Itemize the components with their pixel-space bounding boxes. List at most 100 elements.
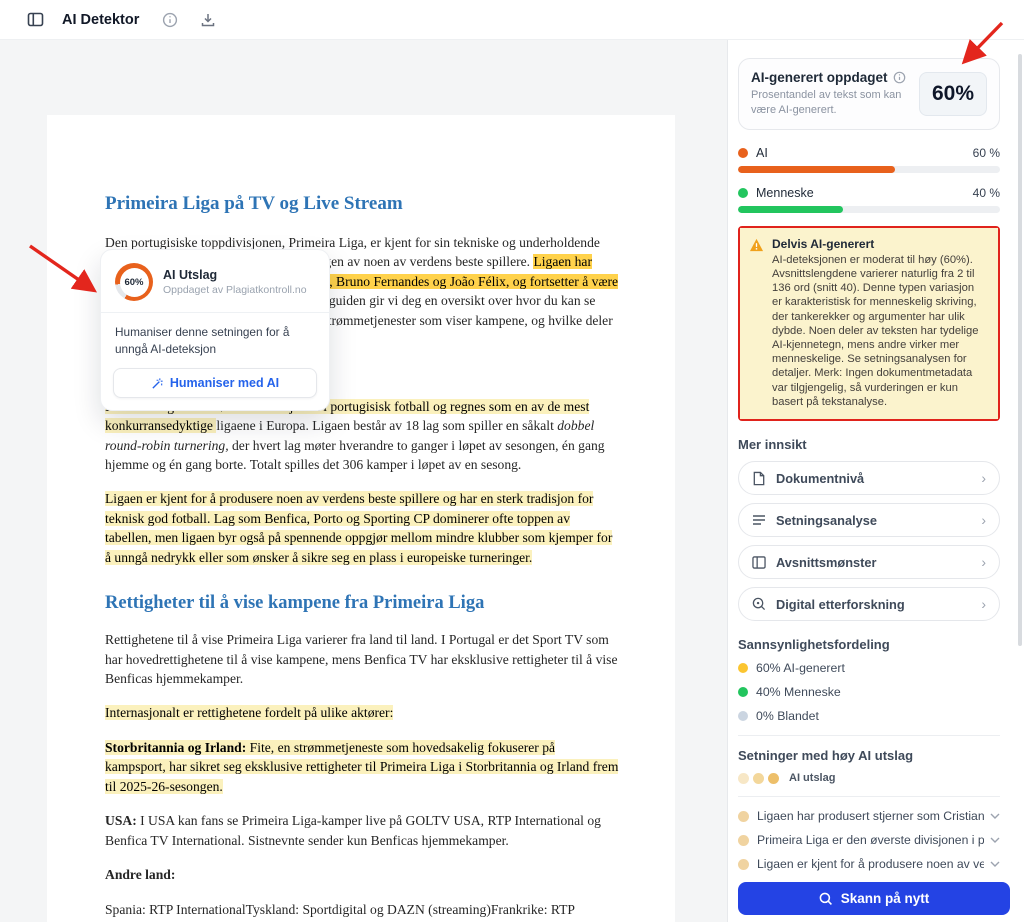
score-ring-value: 60%: [120, 268, 149, 297]
score-card-subtitle: Prosentandel av tekst som kan være AI-ge…: [751, 88, 909, 118]
human-bar-row: Menneske 40 %: [738, 186, 1000, 213]
human-bar-fill: [738, 206, 843, 213]
human-generated-dot: [738, 687, 748, 697]
more-insight-title: Mer innsikt: [738, 437, 1000, 452]
page-title: AI Detektor: [62, 12, 139, 28]
section-divider: [738, 735, 1000, 736]
sentence-text: Primeira Liga er den øverste divisjonen …: [757, 833, 984, 847]
doc-heading-2: Rettigheter til å vise kampene fra Prime…: [105, 593, 619, 614]
legend-label: AI utslag: [789, 772, 835, 784]
sidebar-scrollbar[interactable]: [1018, 54, 1022, 646]
chevron-right-icon: ›: [981, 471, 986, 485]
rescan-button-label: Skann på nytt: [841, 891, 930, 906]
chevron-right-icon: ›: [981, 597, 986, 611]
doc-paragraph-9: Spania: RTP InternationalTyskland: Sport…: [105, 900, 619, 922]
doc-paragraph-6: Storbritannia og Irland: Fite, en strømm…: [105, 738, 619, 796]
humanize-button-label: Humaniser med AI: [170, 376, 279, 390]
distribution-label: 60% AI-generert: [756, 661, 845, 675]
document-page[interactable]: Primeira Liga på TV og Live Stream Den p…: [47, 115, 675, 922]
insight-button-label: Digital etterforskning: [776, 597, 971, 612]
download-icon[interactable]: [197, 9, 219, 31]
chevron-right-icon: ›: [981, 513, 986, 527]
tooltip-title: AI Utslag: [163, 268, 307, 282]
insight-button-document-level[interactable]: Dokumentnivå ›: [738, 461, 1000, 495]
sentence-dot: [738, 811, 749, 822]
chevron-down-icon: [990, 813, 1000, 819]
sentence-dot: [738, 859, 749, 870]
rescan-button[interactable]: Skann på nytt: [738, 882, 1010, 915]
highlighted-sentence-pale[interactable]: Internasjonalt er rettighetene fordelt p…: [105, 705, 393, 720]
doc-paragraph-5: Internasjonalt er rettighetene fordelt p…: [105, 703, 619, 722]
ai-bar-fill: [738, 166, 895, 173]
insight-button-label: Avsnittsmønster: [776, 555, 971, 570]
sentence-item[interactable]: Ligaen har produsert stjerner som Cristi…: [738, 809, 1000, 823]
doc-text: I USA kan fans se Primeira Liga-kamper l…: [105, 813, 601, 847]
score-card-title: AI-generert oppdaget: [751, 70, 888, 85]
highlighted-sentence-pale[interactable]: Ligaen er kjent for å produsere noen av …: [105, 491, 612, 564]
highlighted-sentence-pale[interactable]: Storbritannia og Irland: Fite, en strømm…: [105, 740, 618, 794]
warning-icon: [749, 238, 764, 252]
ai-detector-sidebar: AI-generert oppdaget Prosentandel av tek…: [727, 40, 1024, 922]
wand-icon: [151, 377, 164, 390]
partial-ai-warning: Delvis AI-generert AI-deteksjonen er mod…: [740, 228, 998, 419]
score-ring: 60%: [115, 263, 153, 301]
insight-button-digital-forensics[interactable]: Digital etterforskning ›: [738, 587, 1000, 621]
forensics-magnifier-icon: [752, 597, 766, 611]
doc-text: ligaene i Europa. Ligaen består av 18 la…: [216, 418, 557, 433]
distribution-title: Sannsynlighetsfordeling: [738, 637, 1000, 652]
chevron-down-icon: [990, 861, 1000, 867]
sentence-item[interactable]: Ligaen er kjent for å produsere noen av …: [738, 857, 1000, 871]
document-canvas: Primeira Liga på TV og Live Stream Den p…: [0, 40, 727, 922]
sentence-text: Ligaen har produsert stjerner som Cristi…: [757, 809, 984, 823]
sentence-lines-icon: [752, 514, 766, 526]
legend-dot-mid: [753, 773, 764, 784]
top-bar: AI Detektor: [0, 0, 1024, 40]
sentence-text: Ligaen er kjent for å produsere noen av …: [757, 857, 984, 871]
sentences-title: Setninger med høy AI utslag: [738, 748, 1000, 763]
chevron-right-icon: ›: [981, 555, 986, 569]
ai-bar-track: [738, 166, 1000, 173]
probability-bars: AI 60 % Menneske 40 %: [738, 146, 1000, 213]
tooltip-subtitle: Oppdaget av Plagiatkontroll.no: [163, 284, 307, 296]
red-annotation-box: Delvis AI-generert AI-deteksjonen er mod…: [738, 226, 1000, 421]
doc-paragraph-8: Andre land:: [105, 865, 619, 884]
doc-paragraph-7: USA: I USA kan fans se Primeira Liga-kam…: [105, 811, 619, 850]
tooltip-body-text: Humaniser denne setningen for å unngå AI…: [101, 313, 329, 366]
score-card: AI-generert oppdaget Prosentandel av tek…: [738, 58, 1000, 130]
ai-bar-value: 60 %: [973, 146, 1000, 160]
distribution-item-human: 40% Menneske: [738, 685, 1000, 699]
ai-signal-legend: AI utslag: [738, 772, 1000, 784]
legend-dot-low: [738, 773, 749, 784]
distribution-label: 40% Menneske: [756, 685, 841, 699]
doc-heading-1: Primeira Liga på TV og Live Stream: [105, 193, 619, 215]
chevron-down-icon: [990, 837, 1000, 843]
section-divider: [738, 796, 1000, 797]
insight-button-sentence-analysis[interactable]: Setningsanalyse ›: [738, 503, 1000, 537]
warning-title: Delvis AI-generert: [772, 237, 987, 251]
tooltip-header: 60% AI Utslag Oppdaget av Plagiatkontrol…: [101, 250, 329, 312]
sentence-item[interactable]: Primeira Liga er den øverste divisjonen …: [738, 833, 1000, 847]
human-bar-track: [738, 206, 1000, 213]
document-icon: [752, 471, 766, 486]
search-icon: [819, 892, 833, 906]
ai-generated-dot: [738, 663, 748, 673]
distribution-item-mixed: 0% Blandet: [738, 709, 1000, 723]
mixed-dot: [738, 711, 748, 721]
legend-dot-high: [768, 773, 779, 784]
ai-bar-label: AI: [756, 146, 768, 160]
doc-bold-text: USA:: [105, 813, 137, 828]
distribution-item-ai: 60% AI-generert: [738, 661, 1000, 675]
info-icon[interactable]: [159, 9, 181, 31]
info-icon[interactable]: [893, 71, 906, 84]
insight-button-label: Setningsanalyse: [776, 513, 971, 528]
doc-paragraph-3: Ligaen er kjent for å produsere noen av …: [105, 489, 619, 567]
human-bar-label: Menneske: [756, 186, 814, 200]
insight-button-label: Dokumentnivå: [776, 471, 971, 486]
doc-bold-text: Storbritannia og Irland:: [105, 740, 246, 755]
humanize-button[interactable]: Humaniser med AI: [113, 368, 317, 398]
sidebar-toggle-icon[interactable]: [24, 9, 46, 31]
warning-body: AI-deteksjonen er moderat til høy (60%).…: [772, 253, 987, 409]
score-value-box: 60%: [919, 72, 987, 116]
insight-button-paragraph-patterns[interactable]: Avsnittsmønster ›: [738, 545, 1000, 579]
distribution-label: 0% Blandet: [756, 709, 819, 723]
